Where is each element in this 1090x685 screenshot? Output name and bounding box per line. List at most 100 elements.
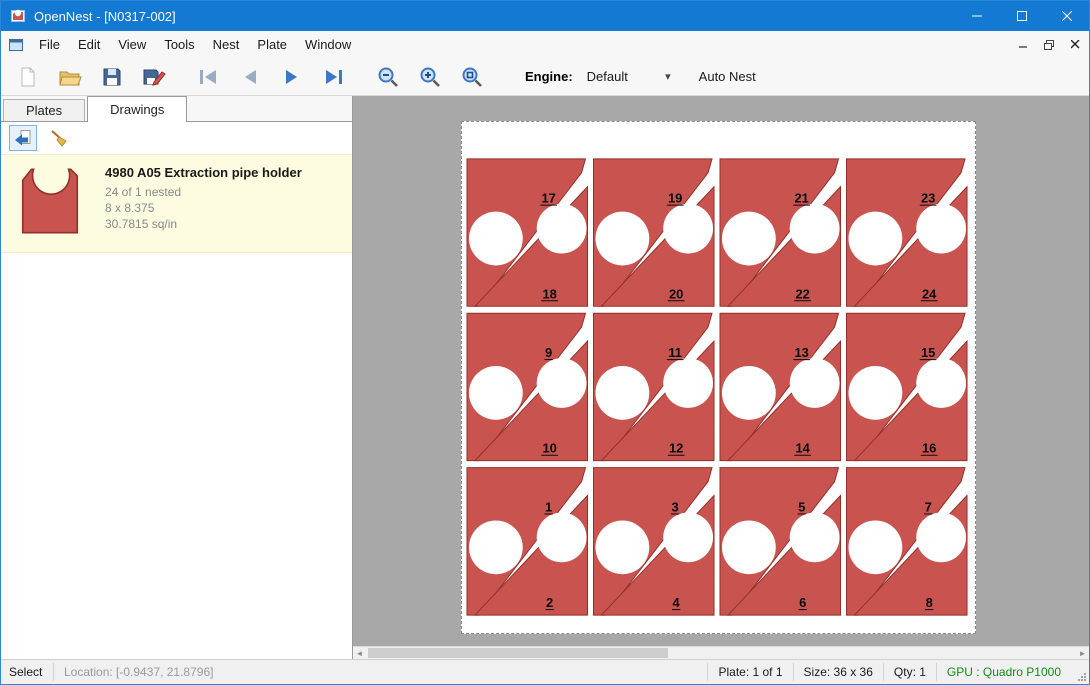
horizontal-scrollbar[interactable]: ◄ ►	[353, 646, 1089, 659]
part-number: 20	[669, 286, 683, 301]
mdi-close-button[interactable]	[1063, 34, 1087, 56]
app-icon	[10, 8, 26, 24]
nest-pair: 1314	[720, 313, 841, 460]
drawings-toolbar	[1, 122, 352, 154]
part-number: 9	[545, 345, 552, 360]
part-number: 7	[925, 499, 932, 514]
part-number: 23	[921, 191, 935, 206]
mdi-minimize-button[interactable]	[1011, 34, 1035, 56]
menu-nest[interactable]: Nest	[204, 32, 249, 57]
first-plate-button[interactable]	[195, 64, 221, 90]
window-title: OpenNest - [N0317-002]	[34, 9, 954, 24]
drawing-thumbnail	[15, 165, 85, 242]
zoom-out-button[interactable]	[375, 64, 401, 90]
drawing-nested-count: 24 of 1 nested	[105, 184, 302, 200]
part-hole-icon	[469, 520, 523, 574]
part-hole-icon	[790, 358, 840, 408]
mdi-restore-button[interactable]	[1037, 34, 1061, 56]
part-hole-icon	[848, 212, 902, 266]
part-hole-icon	[916, 358, 966, 408]
part-hole-icon	[469, 366, 523, 420]
save-as-button[interactable]	[141, 64, 167, 90]
menu-tools[interactable]: Tools	[155, 32, 203, 57]
menu-view[interactable]: View	[109, 32, 155, 57]
menu-file[interactable]: File	[30, 32, 69, 57]
scrollbar-thumb[interactable]	[368, 648, 668, 658]
document-icon	[8, 38, 24, 52]
chevron-down-icon: ▾	[657, 70, 671, 83]
part-number: 4	[673, 595, 681, 610]
part-hole-icon	[469, 212, 523, 266]
drawing-dimensions: 8 x 8.375	[105, 200, 302, 216]
resize-grip[interactable]	[1071, 660, 1089, 684]
part-number: 13	[794, 345, 808, 360]
scrollbar-track[interactable]	[366, 647, 1076, 659]
part-number: 12	[669, 441, 683, 456]
zoom-fit-button[interactable]	[459, 64, 485, 90]
clear-drawings-button[interactable]	[45, 125, 73, 151]
close-button[interactable]	[1044, 1, 1089, 31]
reload-drawing-button[interactable]	[9, 125, 37, 151]
part-number: 2	[546, 595, 553, 610]
part-number: 22	[795, 286, 809, 301]
nest-canvas[interactable]: 171819202122232491011121314151612345678 …	[353, 96, 1089, 659]
part-number: 16	[922, 441, 936, 456]
part-hole-icon	[848, 366, 902, 420]
part-number: 24	[922, 286, 937, 301]
part-hole-icon	[916, 512, 966, 562]
scroll-right-icon[interactable]: ►	[1076, 647, 1089, 659]
tab-plates[interactable]: Plates	[3, 99, 85, 121]
nest-pair: 78	[847, 468, 968, 615]
part-hole-icon	[916, 204, 966, 254]
save-button[interactable]	[99, 64, 125, 90]
engine-value: Default	[587, 69, 657, 84]
part-hole-icon	[595, 366, 649, 420]
status-plate: Plate: 1 of 1	[708, 660, 792, 684]
status-location: Location: [-0.9437, 21.8796]	[54, 660, 223, 684]
menu-plate[interactable]: Plate	[248, 32, 296, 57]
part-number: 15	[921, 345, 935, 360]
drawing-title: 4980 A05 Extraction pipe holder	[105, 165, 302, 180]
part-number: 10	[542, 441, 556, 456]
nest-pair: 1516	[847, 313, 968, 460]
part-number: 18	[542, 286, 556, 301]
nest-pair: 12	[467, 468, 588, 615]
part-hole-icon	[722, 366, 776, 420]
drawing-item[interactable]: 4980 A05 Extraction pipe holder 24 of 1 …	[1, 154, 352, 253]
tab-drawings[interactable]: Drawings	[87, 96, 187, 122]
plate[interactable]: 171819202122232491011121314151612345678	[461, 121, 976, 634]
scroll-left-icon[interactable]: ◄	[353, 647, 366, 659]
part-hole-icon	[722, 520, 776, 574]
nest-pair: 23 24	[847, 159, 968, 306]
part-hole-icon	[663, 512, 713, 562]
nest-pair: 56	[720, 468, 841, 615]
part-hole-icon	[537, 204, 587, 254]
nest-pair: 1920	[593, 159, 714, 306]
part-hole-icon	[663, 204, 713, 254]
minimize-button[interactable]	[954, 1, 999, 31]
menu-window[interactable]: Window	[296, 32, 360, 57]
previous-plate-button[interactable]	[237, 64, 263, 90]
maximize-button[interactable]	[999, 1, 1044, 31]
engine-label: Engine:	[525, 69, 573, 84]
part-hole-icon	[595, 212, 649, 266]
titlebar: OpenNest - [N0317-002]	[1, 1, 1089, 31]
part-number: 11	[668, 345, 682, 360]
part-number: 5	[798, 499, 805, 514]
engine-select[interactable]: Default ▾	[581, 65, 677, 89]
next-plate-button[interactable]	[279, 64, 305, 90]
zoom-in-button[interactable]	[417, 64, 443, 90]
sidebar-tabstrip: Plates Drawings	[1, 96, 352, 122]
part-hole-icon	[790, 204, 840, 254]
sidebar: Plates Drawings	[1, 96, 353, 659]
open-file-button[interactable]	[57, 64, 83, 90]
auto-nest-button[interactable]: Auto Nest	[699, 69, 756, 84]
part-hole-icon	[537, 512, 587, 562]
last-plate-button[interactable]	[321, 64, 347, 90]
part-number: 21	[794, 191, 808, 206]
new-file-button[interactable]	[15, 64, 41, 90]
status-gpu: GPU : Quadro P1000	[937, 660, 1071, 684]
part-hole-icon	[595, 520, 649, 574]
menu-edit[interactable]: Edit	[69, 32, 109, 57]
drawing-area: 30.7815 sq/in	[105, 216, 302, 232]
